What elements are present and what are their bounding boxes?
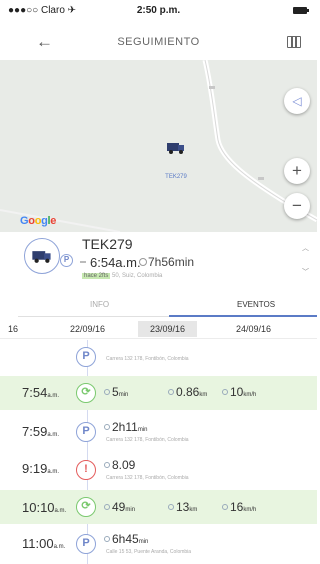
nav-bar: ← SEGUIMIENTO <box>0 22 317 62</box>
truck-icon <box>32 251 51 263</box>
list-item[interactable]: 9:19a.m. ! 8.09 Carrera 132 178, Fontibó… <box>0 454 317 488</box>
event-address: Carrera 132 178, Fontibón, Colombia <box>106 437 189 443</box>
event-distance: 0.86km <box>176 385 208 399</box>
event-time: 9:19a.m. <box>22 461 59 476</box>
active-tab-indicator <box>169 315 317 317</box>
speed-icon <box>222 504 228 510</box>
start-time: 6:54a.m. <box>90 255 141 270</box>
clock-icon <box>104 504 110 510</box>
map-roads <box>0 60 317 232</box>
date-item[interactable]: 24/09/16 <box>236 324 271 334</box>
event-address: Carrera 132 178, Fontibón, Colombia <box>106 475 189 481</box>
date-item[interactable]: 22/09/16 <box>70 324 105 334</box>
clock-icon <box>104 462 110 468</box>
event-duration: 5min <box>112 385 129 399</box>
events-timeline: P Carrera 132 178, Fontibón, Colombia 7:… <box>0 340 317 564</box>
map-icon[interactable] <box>287 36 301 48</box>
clock-icon <box>139 258 147 266</box>
parking-badge-icon: P <box>60 254 73 267</box>
event-duration: 49min <box>112 500 136 514</box>
tab-info[interactable]: INFO <box>90 300 109 309</box>
event-speed: 16km/h <box>230 500 257 514</box>
chevron-down-icon[interactable]: ﹀ <box>302 267 309 277</box>
distance-icon <box>168 389 174 395</box>
list-item[interactable]: 7:59a.m. P 2h11min Carrera 132 178, Font… <box>0 416 317 450</box>
zoom-out-button[interactable]: − <box>284 193 310 219</box>
date-strip: 16 22/09/16 23/09/16 24/09/16 <box>0 319 317 339</box>
event-time: 10:10a.m. <box>22 500 67 515</box>
status-tag: hace 2fts <box>82 273 111 279</box>
event-address: Calle 15 53, Puente Aranda, Colombia <box>106 549 192 555</box>
clock-icon <box>104 536 110 542</box>
event-address: Carrera 132 178, Fontibón, Colombia <box>106 356 189 362</box>
moving-icon: ⟳ <box>76 497 96 517</box>
list-item[interactable]: P Carrera 132 178, Fontibón, Colombia <box>0 342 317 372</box>
vehicle-summary[interactable]: P TEK279 6:54a.m. 7h56min hace 2fts 50, … <box>0 233 317 289</box>
clock-icon <box>104 424 110 430</box>
status-bar: ●●●○○ Claro ✈ 2:50 p.m. <box>0 0 317 22</box>
truck-marker-icon[interactable] <box>166 141 186 155</box>
list-item[interactable]: 7:54a.m. ⟳ 5min 0.86km 10km/h <box>0 376 317 410</box>
google-logo: Google <box>20 215 57 227</box>
zoom-in-button[interactable]: + <box>284 158 310 184</box>
plus-icon: + <box>292 161 302 180</box>
navigation-arrow-icon: ◁ <box>292 94 302 108</box>
vehicle-plate: TEK279 <box>82 236 133 252</box>
minus-icon: − <box>292 196 302 215</box>
event-duration: 6h45min <box>112 532 149 546</box>
map-view[interactable]: ◁ + − TEK279 Google <box>0 60 317 232</box>
status-time: 2:50 p.m. <box>136 5 181 16</box>
event-speed: 10km/h <box>230 385 257 399</box>
event-time: 7:59a.m. <box>22 424 59 439</box>
parking-icon: P <box>76 534 96 554</box>
speed-icon <box>222 389 228 395</box>
duration-time: 7h56min <box>148 255 195 269</box>
event-time: 11:00a.m. <box>22 536 66 551</box>
list-item[interactable]: 11:00a.m. P 6h45min Calle 15 53, Puente … <box>0 528 317 562</box>
moving-icon: ⟳ <box>76 383 96 403</box>
page-title: SEGUIMIENTO <box>117 36 200 48</box>
tab-events[interactable]: EVENTOS <box>237 300 275 309</box>
vehicle-map-label: TEK279 <box>165 174 187 180</box>
date-item-selected[interactable]: 23/09/16 <box>138 321 198 337</box>
date-item[interactable]: 16 <box>8 324 18 334</box>
address-text: 50, Suiz, Colombia <box>112 273 163 279</box>
chevron-up-icon[interactable]: ︿ <box>302 243 309 253</box>
alert-icon: ! <box>76 460 96 480</box>
dash-icon <box>80 261 86 263</box>
event-duration: 8.09 <box>112 458 136 472</box>
parking-icon: P <box>76 347 96 367</box>
battery-icon <box>293 7 309 14</box>
event-distance: 13km <box>176 500 198 514</box>
list-item[interactable]: 10:10a.m. ⟳ 49min 13km 16km/h <box>0 490 317 524</box>
event-time: 7:54a.m. <box>22 385 59 400</box>
parking-icon: P <box>76 422 96 442</box>
event-duration: 2h11min <box>112 420 148 434</box>
locate-me-button[interactable]: ◁ <box>284 88 310 114</box>
vehicle-avatar <box>24 238 60 274</box>
tab-bar: INFO EVENTOS <box>18 293 317 317</box>
clock-icon <box>104 389 110 395</box>
distance-icon <box>168 504 174 510</box>
summary-address: hace 2fts 50, Suiz, Colombia <box>82 273 162 279</box>
